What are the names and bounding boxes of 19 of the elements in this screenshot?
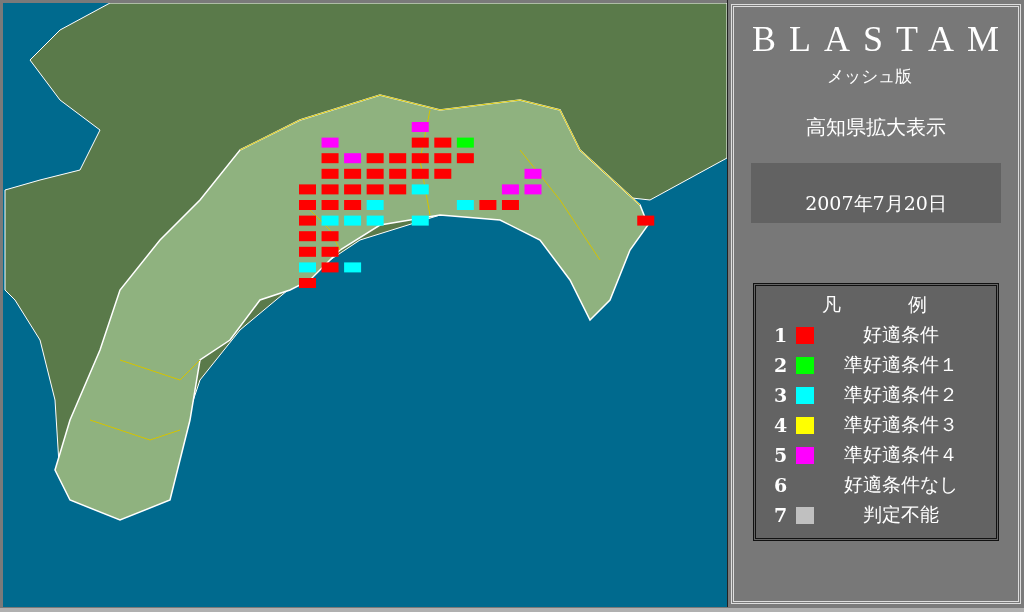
view-label: 高知県拡大表示	[806, 114, 946, 141]
legend-label: 準好適条件１	[843, 352, 959, 377]
legend-label: 判定不能	[862, 502, 940, 527]
legend-number: 2	[774, 354, 789, 376]
legend-label: 準好適条件２	[843, 382, 959, 407]
legend-number: 1	[774, 324, 789, 346]
legend-number: 6	[774, 474, 789, 496]
legend-label: 準好適条件３	[843, 412, 959, 437]
legend-number: 3	[774, 384, 789, 406]
legend-label: 好適条件なし	[843, 472, 959, 497]
legend-label: 準好適条件４	[843, 442, 959, 467]
legend-number: 7	[774, 504, 789, 526]
date-text: 2007年7月20日	[805, 191, 947, 216]
legend-number: 5	[774, 444, 789, 466]
app-title: BLASTAM	[751, 19, 1013, 59]
app-subtitle: メッシュ版	[826, 65, 912, 88]
legend-number: 4	[774, 414, 789, 436]
legend-label: 好適条件	[862, 322, 940, 347]
legend-title: 凡 例	[820, 292, 952, 317]
